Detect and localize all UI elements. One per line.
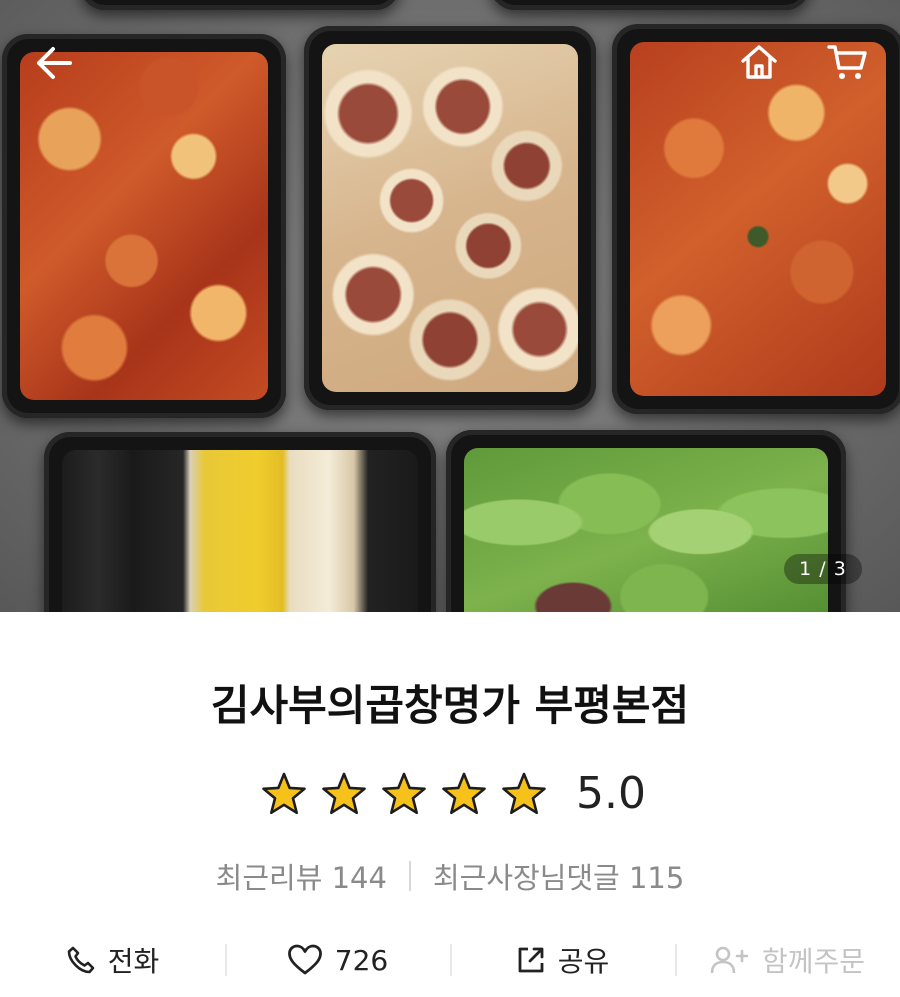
- add-user-icon: [710, 946, 749, 974]
- share-button[interactable]: 공유: [450, 930, 675, 990]
- home-icon: [741, 45, 777, 79]
- recent-reviews-link[interactable]: 최근리뷰 144: [216, 855, 387, 897]
- favorite-count: 726: [334, 943, 389, 977]
- heart-icon: [287, 944, 322, 975]
- arrow-left-icon: [37, 47, 72, 79]
- star-icon: [502, 772, 546, 814]
- food-tray-spicy-gopchang: [2, 34, 286, 418]
- share-icon: [518, 947, 544, 973]
- group-order-button[interactable]: 함께주문: [675, 930, 900, 990]
- divider: [408, 861, 411, 891]
- favorite-button[interactable]: 726: [225, 930, 450, 990]
- cart-icon: [827, 45, 867, 79]
- star-icon: [442, 772, 486, 814]
- home-button[interactable]: [730, 36, 788, 88]
- star-icon: [382, 772, 426, 814]
- star-icon: [322, 772, 366, 814]
- action-bar: 전화 726 공유 함께주문: [0, 930, 900, 990]
- food-tray-rice: [44, 432, 436, 612]
- star-icon: [262, 772, 306, 814]
- call-label: 전화: [107, 945, 160, 978]
- call-button[interactable]: 전화: [0, 930, 225, 990]
- food-tray: [490, 0, 810, 10]
- cart-button[interactable]: [818, 36, 876, 88]
- store-photo-gallery[interactable]: 1 / 3: [0, 0, 900, 612]
- store-name: 김사부의곱창명가 부평본점: [210, 681, 690, 730]
- recent-owner-comments-link[interactable]: 최근사장님댓글 115: [433, 855, 684, 897]
- gallery-page-indicator: 1 / 3: [784, 554, 862, 584]
- food-tray-gopchang: [304, 26, 596, 410]
- review-stats: 최근리뷰 144 최근사장님댓글 115: [0, 855, 900, 897]
- back-button[interactable]: [26, 38, 82, 88]
- group-order-label: 함께주문: [761, 945, 866, 978]
- food-tray: [80, 0, 400, 10]
- rating-row: 5.0: [0, 768, 900, 819]
- food-tray-lettuce: [446, 430, 846, 612]
- share-label: 공유: [557, 945, 610, 978]
- rating-value: 5.0: [576, 768, 646, 819]
- phone-icon: [67, 946, 95, 974]
